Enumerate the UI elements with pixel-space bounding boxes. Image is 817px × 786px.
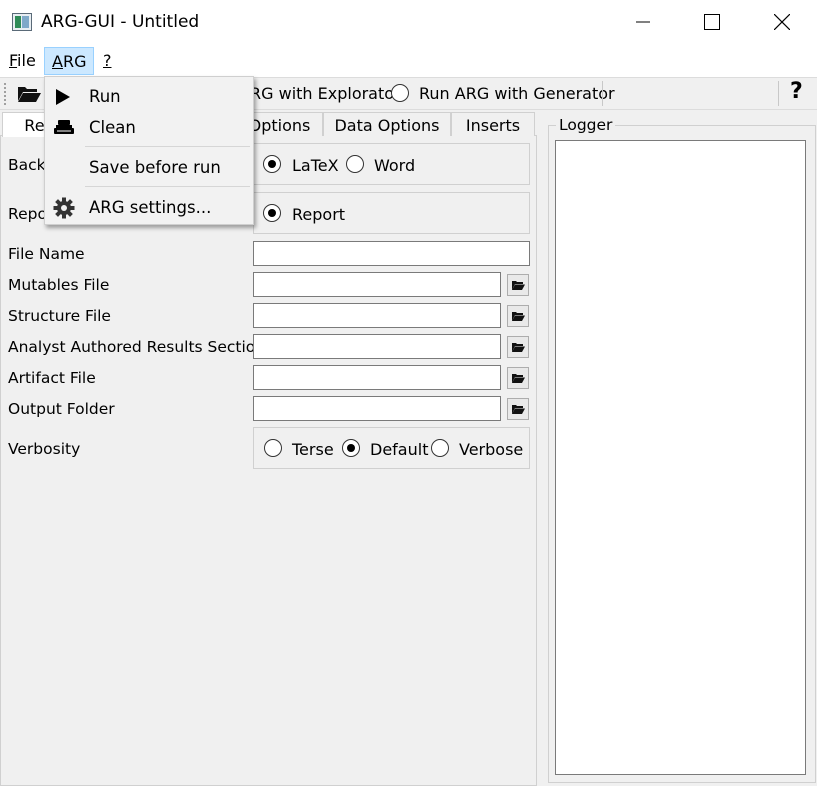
menu-arg[interactable]: ARG [44,47,94,75]
backend-word-radio[interactable] [346,155,364,173]
artifact-file-label: Artifact File [8,369,96,387]
mutables-file-input[interactable] [253,272,501,297]
verbosity-label: Verbosity [8,440,81,458]
verbosity-default-radio[interactable] [342,439,360,457]
gear-icon [53,197,75,219]
minimize-icon [636,21,650,23]
backend-latex-radio[interactable] [263,155,281,173]
report-radio-label[interactable]: Report [292,205,345,224]
menu-item-clean[interactable]: Clean [45,112,253,143]
structure-file-label: Structure File [8,307,111,325]
window-title: ARG-GUI - Untitled [41,12,200,32]
menu-item-run[interactable]: Run [45,80,253,113]
verbosity-terse-label[interactable]: Terse [292,440,334,459]
app-icon [12,13,32,31]
folder-open-icon [512,343,525,352]
tab-data-options[interactable]: Data Options [323,112,451,136]
menu-file-label: ile [17,51,36,70]
analyst-results-browse-button[interactable] [507,336,529,358]
logger-title: Logger [556,116,616,134]
artifact-file-input[interactable] [253,365,501,390]
toolbar-separator [778,81,779,106]
close-button[interactable] [759,0,805,44]
menu-item-save-before-run[interactable]: Save before run [45,151,253,184]
maximize-icon [704,14,720,30]
verbosity-verbose-label[interactable]: Verbose [459,440,523,459]
backend-latex-label[interactable]: LaTeX [292,156,339,175]
analyst-results-input[interactable] [253,334,501,359]
output-folder-input[interactable] [253,396,501,421]
folder-open-icon [512,405,525,414]
toolbar-grip [4,83,10,105]
output-folder-browse-button[interactable] [507,398,529,420]
tab-data-options-label: Data Options [334,116,440,135]
file-name-input[interactable] [253,241,530,266]
mutables-file-label: Mutables File [8,276,110,294]
tab-inserts-label: Inserts [465,116,521,135]
analyst-results-label: Analyst Authored Results Section [8,338,266,356]
menu-file[interactable]: File [2,47,43,75]
folder-open-icon [512,374,525,383]
toolbar-separator [602,81,603,106]
tab-options-label: Options [248,116,311,135]
mutables-browse-button[interactable] [507,274,529,296]
artifact-browse-button[interactable] [507,367,529,389]
menu-arg-mnemonic: A [52,52,63,71]
maximize-button[interactable] [689,0,735,44]
broom-icon [54,120,74,134]
backend-label: Back [8,156,46,174]
menu-help[interactable]: ? [96,47,119,75]
menu-file-mnemonic: F [9,51,18,70]
help-button[interactable]: ? [790,79,803,104]
menu-bar [0,44,817,77]
menu-item-arg-settings-label: ARG settings... [89,198,212,217]
menu-item-clean-label: Clean [89,118,136,137]
menu-separator [85,146,250,147]
menu-help-label: ? [103,51,112,70]
output-folder-label: Output Folder [8,400,115,418]
file-name-label: File Name [8,245,85,263]
backend-word-label[interactable]: Word [374,156,415,175]
logger-output[interactable] [555,140,806,775]
report-type-label: Repo [8,205,47,223]
menu-separator [85,186,250,187]
menu-item-save-before-run-label: Save before run [89,158,221,177]
verbosity-verbose-radio[interactable] [431,439,449,457]
verbosity-terse-radio[interactable] [264,439,282,457]
report-radio[interactable] [263,204,281,222]
play-icon [56,89,70,105]
arg-menu-dropdown: Run Clean Save before run ARG settings..… [44,76,254,225]
close-icon [774,14,790,30]
folder-open-icon [18,87,41,102]
structure-browse-button[interactable] [507,305,529,327]
run-with-explorator-label[interactable]: RG with Explorator [250,84,401,103]
structure-file-input[interactable] [253,303,501,328]
menu-arg-label: RG [62,52,87,71]
minimize-button[interactable] [620,0,666,44]
menu-item-run-label: Run [89,87,121,106]
run-with-generator-radio[interactable] [391,84,409,102]
folder-open-icon [512,281,525,290]
menu-item-arg-settings[interactable]: ARG settings... [45,191,253,224]
folder-open-icon [512,312,525,321]
run-with-generator-label[interactable]: Run ARG with Generator [419,84,615,103]
open-file-button[interactable] [16,82,42,108]
verbosity-default-label[interactable]: Default [370,440,428,459]
tab-inserts[interactable]: Inserts [451,112,535,136]
